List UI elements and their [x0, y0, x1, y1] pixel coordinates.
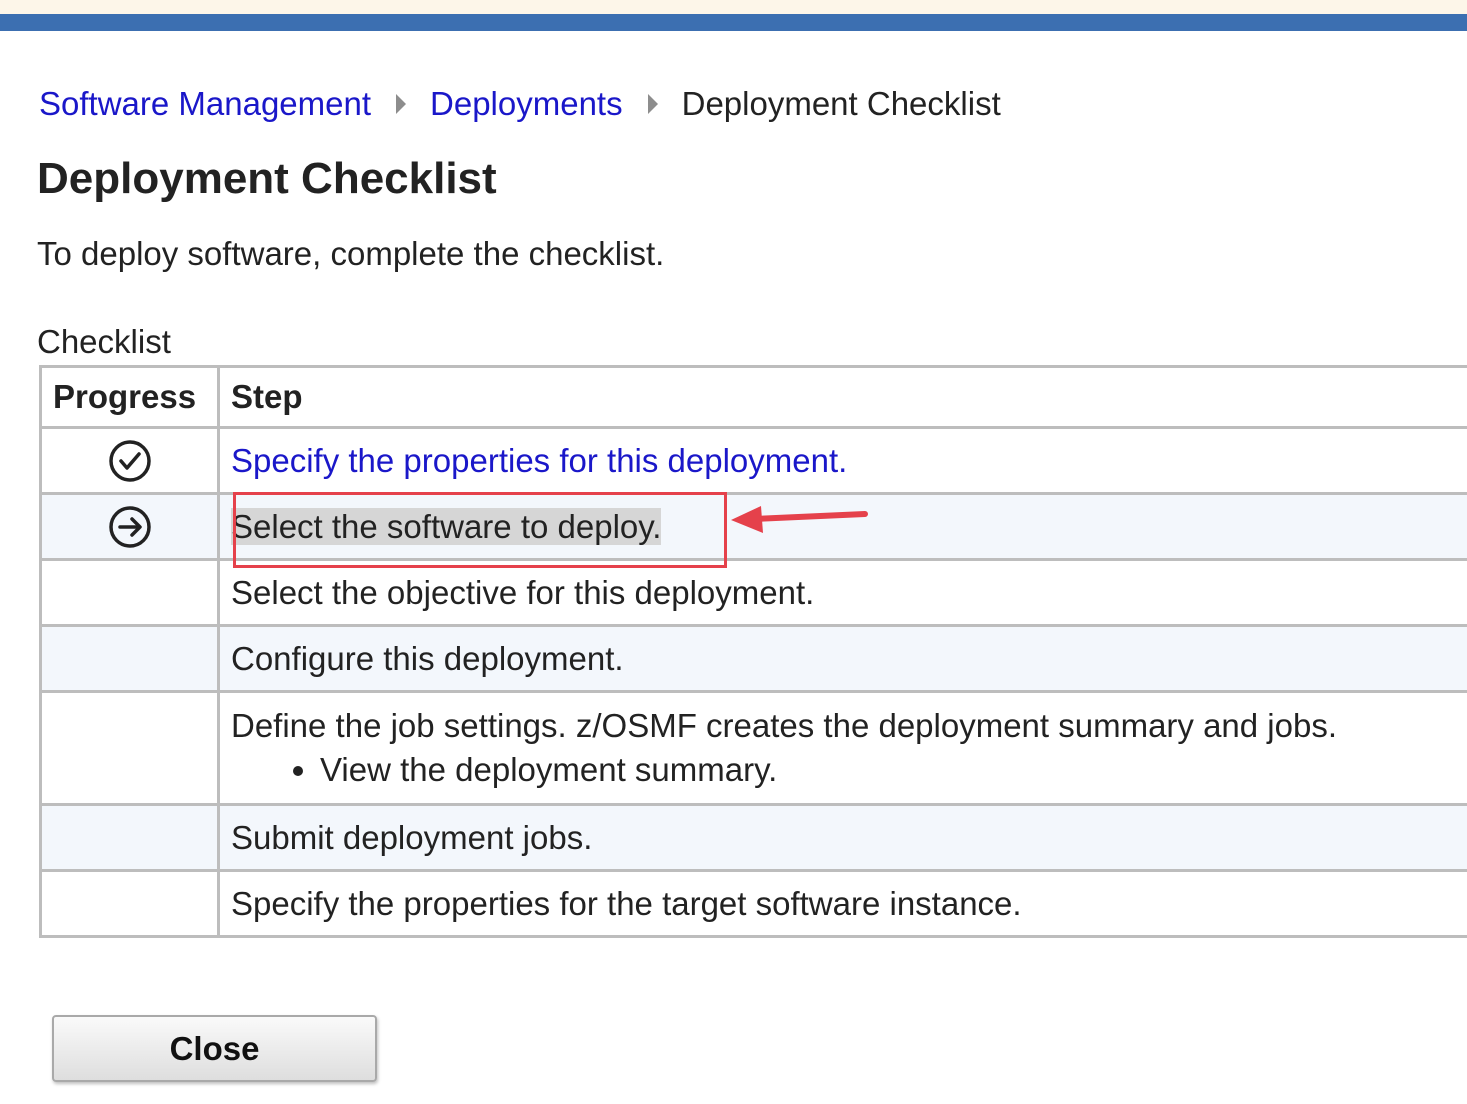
- table-row: Specify the properties for this deployme…: [39, 426, 1467, 495]
- table-row: Select the objective for this deployment…: [39, 558, 1467, 627]
- breadcrumb-deployments-link[interactable]: Deployments: [430, 85, 623, 123]
- top-banner-bar: [0, 14, 1467, 31]
- step-specify-properties-link[interactable]: Specify the properties for this deployme…: [231, 442, 847, 479]
- checklist-table: Progress Step Specify the properties for…: [39, 365, 1467, 938]
- table-row: Select the software to deploy.: [39, 492, 1467, 561]
- close-button[interactable]: Close: [52, 1015, 377, 1082]
- progress-cell: [39, 869, 220, 938]
- completed-check-icon: [108, 439, 151, 482]
- step-cell: Select the objective for this deployment…: [217, 558, 1467, 627]
- progress-cell: [39, 803, 220, 872]
- top-strip: [0, 0, 1467, 14]
- step-define-job-settings: Define the job settings. z/OSMF creates …: [231, 707, 1338, 744]
- step-cell: Specify the properties for the target so…: [217, 869, 1467, 938]
- step-cell: Specify the properties for this deployme…: [217, 426, 1467, 495]
- step-select-software-link[interactable]: Select the software to deploy.: [231, 507, 662, 545]
- page-title: Deployment Checklist: [37, 154, 497, 203]
- progress-cell: [39, 690, 220, 806]
- step-cell: Define the job settings. z/OSMF creates …: [217, 690, 1467, 806]
- table-header-row: Progress Step: [39, 365, 1467, 429]
- progress-cell: [39, 492, 220, 561]
- breadcrumb-software-management-link[interactable]: Software Management: [39, 85, 371, 123]
- table-row: Configure this deployment.: [39, 624, 1467, 693]
- page-intro-text: To deploy software, complete the checkli…: [37, 235, 665, 272]
- checklist-caption: Checklist: [37, 323, 171, 360]
- substep-view-summary: View the deployment summary.: [320, 750, 1465, 790]
- breadcrumb-current: Deployment Checklist: [681, 85, 1001, 122]
- breadcrumb-separator-icon: [647, 94, 658, 114]
- current-arrow-icon: [108, 505, 151, 548]
- table-row: Submit deployment jobs.: [39, 803, 1467, 872]
- column-header-step[interactable]: Step: [217, 365, 1467, 429]
- step-cell: Configure this deployment.: [217, 624, 1467, 693]
- column-header-progress[interactable]: Progress: [39, 365, 220, 429]
- substep-list: View the deployment summary.: [231, 750, 1465, 790]
- progress-cell: [39, 558, 220, 627]
- table-row: Define the job settings. z/OSMF creates …: [39, 690, 1467, 806]
- breadcrumb-separator-icon: [396, 94, 407, 114]
- breadcrumb: Software Management Deployments Deployme…: [39, 82, 1001, 126]
- progress-cell: [39, 624, 220, 693]
- step-cell: Submit deployment jobs.: [217, 803, 1467, 872]
- step-cell: Select the software to deploy.: [217, 492, 1467, 561]
- progress-cell: [39, 426, 220, 495]
- table-row: Specify the properties for the target so…: [39, 869, 1467, 938]
